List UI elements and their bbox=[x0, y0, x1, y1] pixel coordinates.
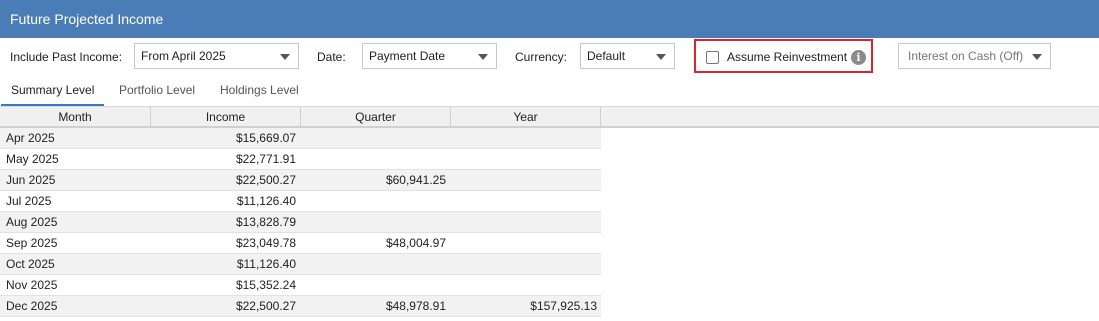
include-past-income-label: Include Past Income: bbox=[10, 50, 123, 64]
cell-year bbox=[450, 233, 597, 254]
cell-income: $22,500.27 bbox=[235, 173, 296, 187]
cell-income: $15,669.07 bbox=[235, 131, 296, 145]
assume-reinvestment-checkbox[interactable] bbox=[706, 51, 719, 64]
cell-year bbox=[450, 254, 597, 275]
cell-month: Jul 2025 bbox=[6, 194, 52, 208]
chevron-down-icon bbox=[1032, 54, 1042, 60]
table-row[interactable]: Sep 2025 $23,049.78 $48,004.97 bbox=[0, 233, 601, 254]
cell-quarter bbox=[300, 128, 446, 149]
tab-holdings-level[interactable]: Holdings Level bbox=[210, 76, 309, 106]
date-select[interactable]: Payment Date bbox=[362, 43, 497, 69]
table-body: Apr 2025 $15,669.07 May 2025 $22,771.91 … bbox=[0, 128, 601, 317]
window-title: Future Projected Income bbox=[0, 0, 1099, 38]
assume-reinvestment-group: Assume Reinvestment i bbox=[694, 39, 873, 73]
tab-portfolio-level[interactable]: Portfolio Level bbox=[109, 76, 205, 106]
assume-reinvestment-label[interactable]: Assume Reinvestment bbox=[727, 50, 847, 64]
table-header: Month Income Quarter Year bbox=[0, 106, 1099, 128]
chevron-down-icon bbox=[280, 54, 290, 60]
currency-select[interactable]: Default bbox=[580, 43, 675, 69]
cell-income: $13,828.79 bbox=[235, 215, 296, 229]
table-row[interactable]: Nov 2025 $15,352.24 bbox=[0, 275, 601, 296]
interest-on-cash-select[interactable]: Interest on Cash (Off) bbox=[898, 43, 1051, 69]
cell-month: Apr 2025 bbox=[6, 131, 55, 145]
cell-quarter bbox=[300, 254, 446, 275]
chevron-down-icon bbox=[478, 54, 488, 60]
tab-summary-level[interactable]: Summary Level bbox=[1, 76, 105, 106]
currency-label: Currency: bbox=[515, 50, 568, 64]
chevron-down-icon bbox=[656, 54, 666, 60]
table-row[interactable]: Oct 2025 $11,126.40 bbox=[0, 254, 601, 275]
currency-value: Default bbox=[587, 49, 626, 63]
cell-year bbox=[450, 212, 597, 233]
cell-quarter: $60,941.25 bbox=[385, 173, 446, 187]
include-past-income-value: From April 2025 bbox=[141, 49, 226, 63]
cell-year bbox=[450, 170, 597, 191]
column-header-month[interactable]: Month bbox=[0, 107, 151, 127]
column-header-year[interactable]: Year bbox=[451, 107, 601, 127]
column-header-income[interactable]: Income bbox=[151, 107, 301, 127]
cell-quarter bbox=[300, 275, 446, 296]
cell-month: Sep 2025 bbox=[6, 236, 58, 250]
view-tabs: Summary Level Portfolio Level Holdings L… bbox=[0, 76, 1099, 106]
column-header-quarter[interactable]: Quarter bbox=[301, 107, 451, 127]
cell-quarter: $48,978.91 bbox=[385, 299, 446, 313]
cell-quarter bbox=[300, 191, 446, 212]
income-table: Month Income Quarter Year Apr 2025 $15,6… bbox=[0, 106, 1099, 321]
cell-income: $22,500.27 bbox=[235, 299, 296, 313]
table-row[interactable]: Aug 2025 $13,828.79 bbox=[0, 212, 601, 233]
cell-income: $22,771.91 bbox=[235, 152, 296, 166]
date-value: Payment Date bbox=[369, 49, 446, 63]
table-row[interactable]: Dec 2025 $22,500.27 $48,978.91 $157,925.… bbox=[0, 296, 601, 317]
toolbar: Include Past Income: From April 2025 Dat… bbox=[0, 38, 1099, 76]
date-label: Date: bbox=[317, 50, 346, 64]
cell-income: $15,352.24 bbox=[235, 278, 296, 292]
cell-month: Aug 2025 bbox=[6, 215, 58, 229]
cell-month: Jun 2025 bbox=[6, 173, 56, 187]
cell-year: $157,925.13 bbox=[530, 299, 597, 313]
include-past-income-select[interactable]: From April 2025 bbox=[134, 43, 299, 69]
cell-month: Nov 2025 bbox=[6, 278, 58, 292]
cell-quarter bbox=[300, 212, 446, 233]
cell-year bbox=[450, 149, 597, 170]
cell-month: Dec 2025 bbox=[6, 299, 58, 313]
cell-year bbox=[450, 191, 597, 212]
table-row[interactable]: Jul 2025 $11,126.40 bbox=[0, 191, 601, 212]
cell-year bbox=[450, 128, 597, 149]
info-icon[interactable]: i bbox=[851, 50, 866, 65]
cell-quarter: $48,004.97 bbox=[385, 236, 446, 250]
table-row[interactable]: May 2025 $22,771.91 bbox=[0, 149, 601, 170]
cell-year bbox=[450, 275, 597, 296]
cell-quarter bbox=[300, 149, 446, 170]
table-row[interactable]: Apr 2025 $15,669.07 bbox=[0, 128, 601, 149]
cell-month: May 2025 bbox=[6, 152, 59, 166]
table-row[interactable]: Jun 2025 $22,500.27 $60,941.25 bbox=[0, 170, 601, 191]
cell-income: $11,126.40 bbox=[236, 257, 296, 271]
interest-on-cash-value: Interest on Cash (Off) bbox=[908, 49, 1024, 63]
cell-month: Oct 2025 bbox=[6, 257, 55, 271]
cell-income: $11,126.40 bbox=[236, 194, 296, 208]
cell-income: $23,049.78 bbox=[235, 236, 296, 250]
